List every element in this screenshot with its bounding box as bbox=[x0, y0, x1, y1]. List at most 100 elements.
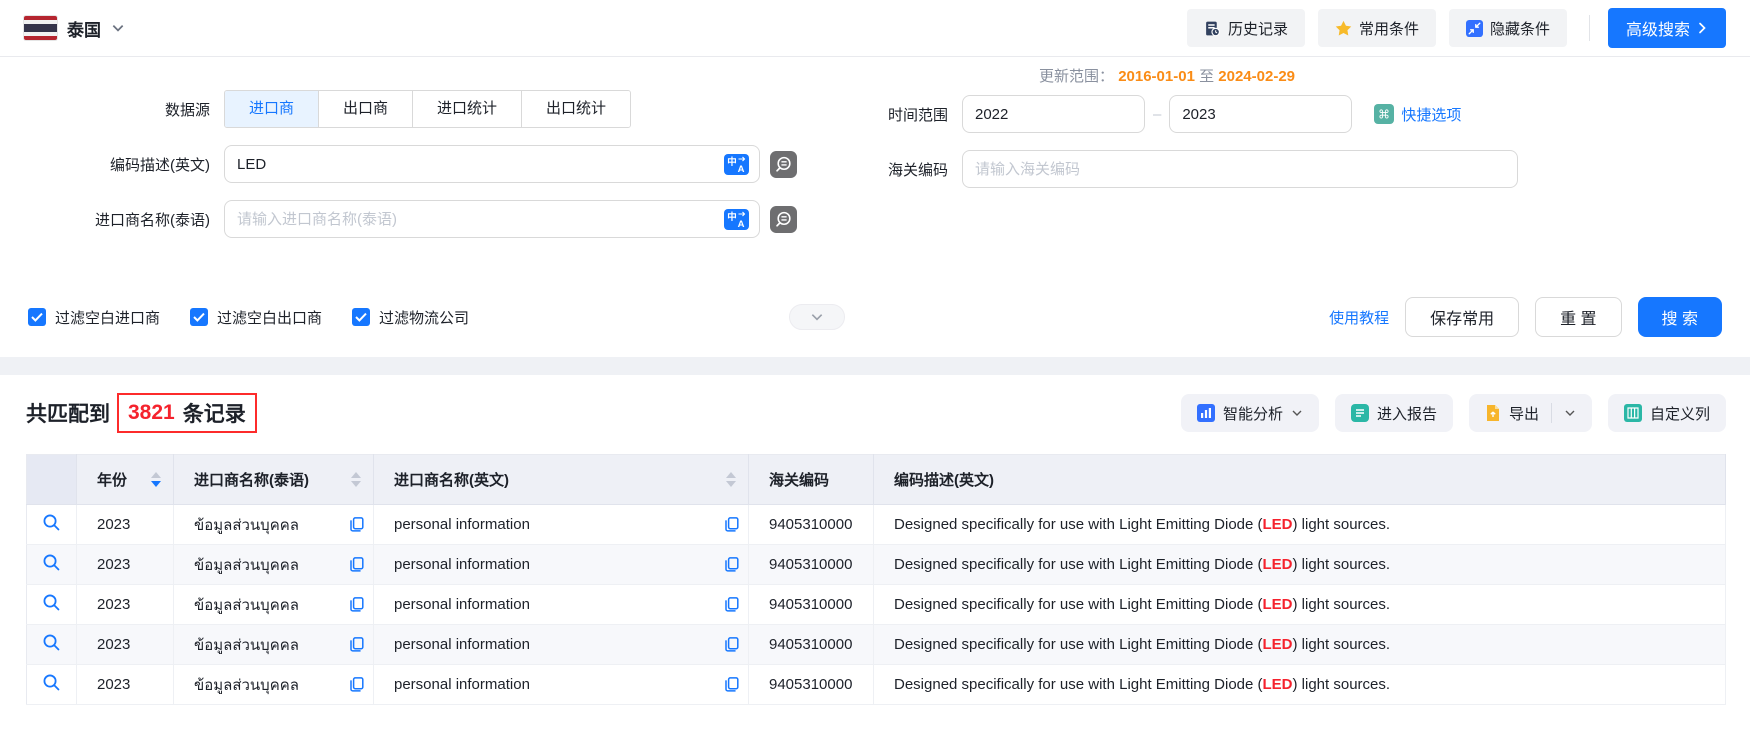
tab-export-stats[interactable]: 出口统计 bbox=[521, 91, 630, 127]
year-end-input[interactable] bbox=[1182, 106, 1381, 123]
export-button[interactable]: 导出 bbox=[1469, 394, 1592, 432]
importer-thai-cell: ข้อมูลส่วนบุคคล bbox=[174, 585, 374, 625]
reset-button[interactable]: 重 置 bbox=[1535, 297, 1621, 337]
fuzzy-search-icon[interactable] bbox=[770, 206, 797, 233]
year-cell: 2023 bbox=[77, 585, 174, 625]
country-selector[interactable]: 泰国 bbox=[24, 16, 125, 41]
search-button[interactable]: 搜 索 bbox=[1638, 297, 1722, 337]
header-year[interactable]: 年份 bbox=[77, 455, 174, 505]
year-start-input[interactable] bbox=[975, 106, 1174, 123]
quick-options-link[interactable]: ⌘ 快捷选项 bbox=[1374, 104, 1461, 125]
copy-icon[interactable] bbox=[724, 596, 740, 613]
importer-name-label: 进口商名称(泰语) bbox=[24, 209, 210, 230]
code-desc-input[interactable] bbox=[237, 156, 724, 173]
data-source-label: 数据源 bbox=[24, 99, 210, 120]
svg-text:中: 中 bbox=[727, 156, 737, 168]
importer-name-input[interactable] bbox=[237, 211, 724, 228]
sort-icon[interactable] bbox=[726, 472, 736, 487]
results-toolbar: 智能分析 进入报告 导出 自定义列 bbox=[1181, 394, 1726, 432]
header-importer-thai[interactable]: 进口商名称(泰语) bbox=[174, 455, 374, 505]
copy-icon[interactable] bbox=[349, 636, 365, 653]
history-button[interactable]: 历史记录 bbox=[1187, 9, 1305, 47]
report-icon bbox=[1351, 404, 1369, 422]
copy-icon[interactable] bbox=[349, 676, 365, 693]
table-header-row: 年份 进口商名称(泰语) 进口商名称(英文) 海关编码 编码描述(英文) bbox=[27, 455, 1726, 505]
tutorial-link[interactable]: 使用教程 bbox=[1329, 307, 1389, 328]
save-favorite-button[interactable]: 保存常用 bbox=[1405, 297, 1519, 337]
checkbox-filter-logistics[interactable]: 过滤物流公司 bbox=[352, 307, 469, 328]
view-detail-magnifier-icon[interactable] bbox=[42, 553, 61, 572]
advanced-search-button[interactable]: 高级搜索 bbox=[1608, 8, 1726, 48]
chevron-right-icon bbox=[1696, 22, 1708, 34]
chevron-down-icon bbox=[111, 21, 125, 35]
results-panel: 共匹配到 3821 条记录 智能分析 进入报告 导出 bbox=[0, 375, 1750, 705]
importer-name-inputbox: 中A bbox=[224, 200, 760, 238]
smart-analysis-button[interactable]: 智能分析 bbox=[1181, 394, 1319, 432]
code-desc-cell: Designed specifically for use with Light… bbox=[874, 625, 1726, 665]
header-importer-english[interactable]: 进口商名称(英文) bbox=[374, 455, 749, 505]
view-detail-magnifier-icon[interactable] bbox=[42, 673, 61, 692]
results-summary: 共匹配到 3821 条记录 bbox=[26, 393, 257, 433]
customize-columns-button[interactable]: 自定义列 bbox=[1608, 394, 1726, 432]
importer-english-cell: personal information bbox=[374, 545, 749, 585]
highlighted-keyword: LED bbox=[1263, 556, 1293, 573]
thailand-flag-icon bbox=[24, 16, 57, 40]
tab-exporter[interactable]: 出口商 bbox=[318, 91, 412, 127]
chevron-down-icon[interactable] bbox=[1564, 407, 1576, 419]
copy-icon[interactable] bbox=[724, 636, 740, 653]
svg-text:A: A bbox=[738, 164, 745, 175]
copy-icon[interactable] bbox=[349, 516, 365, 533]
translate-icon[interactable]: 中A bbox=[724, 154, 749, 175]
topbar: 泰国 历史记录 常用条件 隐藏条件 高级搜索 bbox=[0, 0, 1750, 57]
year-cell: 2023 bbox=[77, 545, 174, 585]
copy-icon[interactable] bbox=[724, 676, 740, 693]
highlighted-keyword: LED bbox=[1263, 676, 1293, 693]
data-source-row: 数据源 进口商 出口商 进口统计 出口统计 bbox=[24, 90, 874, 128]
row-detail-cell bbox=[27, 585, 77, 625]
tab-importer[interactable]: 进口商 bbox=[225, 91, 318, 127]
view-detail-magnifier-icon[interactable] bbox=[42, 593, 61, 612]
copy-icon[interactable] bbox=[349, 556, 365, 573]
favorites-button[interactable]: 常用条件 bbox=[1318, 9, 1436, 47]
checkbox-checked-icon bbox=[190, 308, 208, 326]
count-highlight-box: 3821 条记录 bbox=[117, 393, 257, 433]
columns-icon bbox=[1624, 404, 1642, 422]
fuzzy-search-icon[interactable] bbox=[770, 151, 797, 178]
collapse-panel-button[interactable] bbox=[789, 304, 845, 330]
hs-code-label: 海关编码 bbox=[874, 159, 948, 180]
hs-code-cell: 9405310000 bbox=[749, 665, 874, 705]
enter-report-button[interactable]: 进入报告 bbox=[1335, 394, 1453, 432]
sort-icon-year[interactable] bbox=[151, 472, 161, 487]
divider bbox=[1589, 15, 1590, 41]
year-cell: 2023 bbox=[77, 665, 174, 705]
importer-thai-cell: ข้อมูลส่วนบุคคล bbox=[174, 505, 374, 545]
checkbox-checked-icon bbox=[352, 308, 370, 326]
tab-import-stats[interactable]: 进口统计 bbox=[412, 91, 521, 127]
translate-icon[interactable]: 中A bbox=[724, 209, 749, 230]
copy-icon[interactable] bbox=[349, 596, 365, 613]
record-count: 3821 bbox=[128, 401, 175, 425]
sort-icon[interactable] bbox=[351, 472, 361, 487]
section-divider bbox=[0, 357, 1750, 375]
checkbox-filter-blank-importer[interactable]: 过滤空白进口商 bbox=[28, 307, 160, 328]
hs-code-input[interactable] bbox=[975, 161, 1507, 178]
importer-english-cell: personal information bbox=[374, 625, 749, 665]
hide-conditions-button[interactable]: 隐藏条件 bbox=[1449, 9, 1567, 47]
importer-thai-cell: ข้อมูลส่วนบุคคล bbox=[174, 625, 374, 665]
checkbox-filter-blank-exporter[interactable]: 过滤空白出口商 bbox=[190, 307, 322, 328]
copy-icon[interactable] bbox=[724, 516, 740, 533]
code-desc-cell: Designed specifically for use with Light… bbox=[874, 505, 1726, 545]
copy-icon[interactable] bbox=[724, 556, 740, 573]
header-hs-code: 海关编码 bbox=[749, 455, 874, 505]
year-cell: 2023 bbox=[77, 505, 174, 545]
highlighted-keyword: LED bbox=[1263, 596, 1293, 613]
summary-prefix: 共匹配到 bbox=[26, 398, 110, 428]
update-range: 更新范围： 2016-01-01 至 2024-02-29 bbox=[1039, 65, 1726, 87]
view-detail-magnifier-icon[interactable] bbox=[42, 513, 61, 532]
filter-actions: 使用教程 保存常用 重 置 搜 索 bbox=[1329, 297, 1722, 337]
importer-name-row: 进口商名称(泰语) 中A bbox=[24, 200, 874, 238]
code-desc-cell: Designed specifically for use with Light… bbox=[874, 545, 1726, 585]
analysis-icon bbox=[1197, 404, 1215, 422]
results-header: 共匹配到 3821 条记录 智能分析 进入报告 导出 bbox=[26, 393, 1726, 433]
view-detail-magnifier-icon[interactable] bbox=[42, 633, 61, 652]
